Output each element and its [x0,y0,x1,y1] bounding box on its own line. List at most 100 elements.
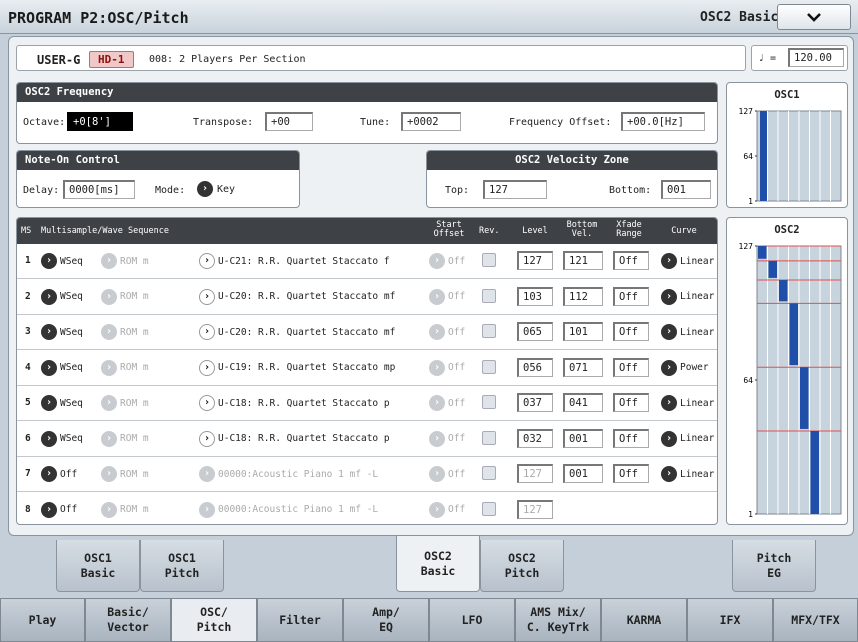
start-offset-select[interactable]: › Off [429,501,465,518]
osc-type-select[interactable]: › WSeq [41,395,83,411]
wave-select[interactable]: › U-C20: R.R. Quartet Staccato mf [199,288,395,305]
curve-select[interactable]: › Linear [661,324,714,340]
tab-osc2-basic[interactable]: OSC2 Basic [396,536,480,592]
xfade-range-field[interactable]: Off [613,322,649,341]
start-offset-select[interactable]: › Off [429,324,465,340]
wave-select[interactable]: › 00000:Acoustic Piano 1 mf -L [199,466,378,482]
bottom-tab-play[interactable]: Play [0,598,85,642]
octave-field[interactable]: +0[8'] [67,112,133,131]
wave-select[interactable]: › U-C19: R.R. Quartet Staccato mp [199,359,395,376]
level-field[interactable]: 127 [517,499,553,519]
transpose-field[interactable]: +00 [265,112,313,131]
osc-type-select[interactable]: › WSeq [41,324,83,340]
rom-select[interactable]: › ROM m [101,359,149,376]
wave-select[interactable]: › U-C20: R.R. Quartet Staccato mf [199,324,395,340]
rom-select[interactable]: › ROM m [101,253,149,269]
bottom-tab-amp-eq[interactable]: Amp/ EQ [343,598,429,642]
wave-select[interactable]: › U-C21: R.R. Quartet Staccato f [199,253,390,269]
arrow-right-icon: › [101,466,117,482]
bottom-tab-osc-pitch[interactable]: OSC/ Pitch [171,598,257,642]
mode-select[interactable]: › Key [197,181,235,197]
osc2-velocity-zone-section: OSC2 Velocity Zone Top: 127 Bottom: 001 [426,150,718,208]
start-offset-select[interactable]: › Off [429,359,465,376]
reverse-checkbox[interactable] [482,324,496,338]
tab-osc2-pitch[interactable]: OSC2 Pitch [480,540,564,592]
level-field[interactable]: 127 [517,464,553,483]
osc-type-select[interactable]: › Off [41,466,77,482]
bottom-vel-field[interactable]: 041 [563,393,603,412]
tab-osc1-pitch[interactable]: OSC1 Pitch [140,540,224,592]
osc-type-select[interactable]: › WSeq [41,430,83,447]
bottom-tab-karma[interactable]: KARMA [601,598,687,642]
tab-osc1-basic[interactable]: OSC1 Basic [56,540,140,592]
tempo-field[interactable]: 120.00 [788,48,844,67]
bottom-vel-field[interactable]: 112 [563,286,603,306]
delay-field[interactable]: 0000[ms] [63,180,135,199]
level-field[interactable]: 127 [517,251,553,270]
start-offset-select[interactable]: › Off [429,288,465,305]
velocity-bar [810,431,819,514]
curve-select[interactable]: › Linear [661,466,714,482]
start-offset-select[interactable]: › Off [429,395,465,411]
curve-select[interactable]: › Linear [661,395,714,411]
osc-type-select[interactable]: › WSeq [41,288,83,305]
reverse-checkbox[interactable] [482,395,496,409]
program-select[interactable]: USER-G HD-1 008: 2 Players Per Section [16,45,746,71]
level-field[interactable]: 056 [517,357,553,377]
page-menu-button[interactable] [777,4,851,30]
bottom-tab-filter[interactable]: Filter [257,598,343,642]
xfade-range-field[interactable]: Off [613,251,649,270]
start-offset-select[interactable]: › Off [429,430,465,447]
bottom-field[interactable]: 001 [661,180,711,199]
osc-type-select[interactable]: › WSeq [41,253,83,269]
bottom-tab-basic-vector[interactable]: Basic/ Vector [85,598,171,642]
reverse-checkbox[interactable] [482,359,496,374]
xfade-range-field[interactable]: Off [613,428,649,448]
bottom-tab-ams-mix-c-keytrk[interactable]: AMS Mix/ C. KeyTrk [515,598,601,642]
tune-field[interactable]: +0002 [401,112,461,131]
level-field[interactable]: 037 [517,393,553,412]
osc-type-select[interactable]: › Off [41,501,77,518]
tab-pitch-eg[interactable]: Pitch EG [732,540,816,592]
rom-select[interactable]: › ROM m [101,501,149,518]
level-field[interactable]: 065 [517,322,553,341]
wave-select[interactable]: › U-C18: R.R. Quartet Staccato p [199,430,390,447]
rom-select[interactable]: › ROM m [101,430,149,447]
curve-select[interactable]: › Linear [661,288,714,305]
xfade-range-field[interactable]: Off [613,464,649,483]
reverse-checkbox[interactable] [482,253,496,267]
level-field[interactable]: 032 [517,428,553,448]
xfade-range-field[interactable]: Off [613,393,649,412]
y-tick-label: 127 [739,242,754,251]
bottom-tab-ifx[interactable]: IFX [687,598,773,642]
bottom-tab-lfo[interactable]: LFO [429,598,515,642]
rom-select[interactable]: › ROM m [101,324,149,340]
level-field[interactable]: 103 [517,286,553,306]
bottom-vel-field[interactable]: 001 [563,464,603,483]
bottom-tab-mfx-tfx[interactable]: MFX/TFX [773,598,858,642]
curve-select[interactable]: › Linear [661,253,714,269]
curve-select[interactable]: › Linear [661,430,714,447]
reverse-checkbox[interactable] [482,466,496,480]
start-offset-select[interactable]: › Off [429,466,465,482]
xfade-range-field[interactable]: Off [613,357,649,377]
wave-select[interactable]: › 00000:Acoustic Piano 1 mf -L [199,501,378,518]
osc-type-select[interactable]: › WSeq [41,359,83,376]
bottom-vel-field[interactable]: 001 [563,428,603,448]
bottom-vel-field[interactable]: 071 [563,357,603,377]
rom-select[interactable]: › ROM m [101,466,149,482]
bottom-vel-field[interactable]: 101 [563,322,603,341]
reverse-checkbox[interactable] [482,288,496,303]
rom-select[interactable]: › ROM m [101,395,149,411]
reverse-checkbox[interactable] [482,501,496,516]
reverse-checkbox[interactable] [482,430,496,445]
rom-select[interactable]: › ROM m [101,288,149,305]
bottom-vel-field[interactable]: 121 [563,251,603,270]
curve-select[interactable]: › Power [661,359,709,376]
wave-select[interactable]: › U-C18: R.R. Quartet Staccato p [199,395,390,411]
start-offset-select[interactable]: › Off [429,253,465,269]
xfade-range-field[interactable]: Off [613,286,649,306]
frequency-offset-field[interactable]: +00.0[Hz] [621,112,705,131]
top-field[interactable]: 127 [483,180,547,199]
table-row: 8 › Off › ROM m › 00000:Acoustic Piano 1… [17,493,717,525]
